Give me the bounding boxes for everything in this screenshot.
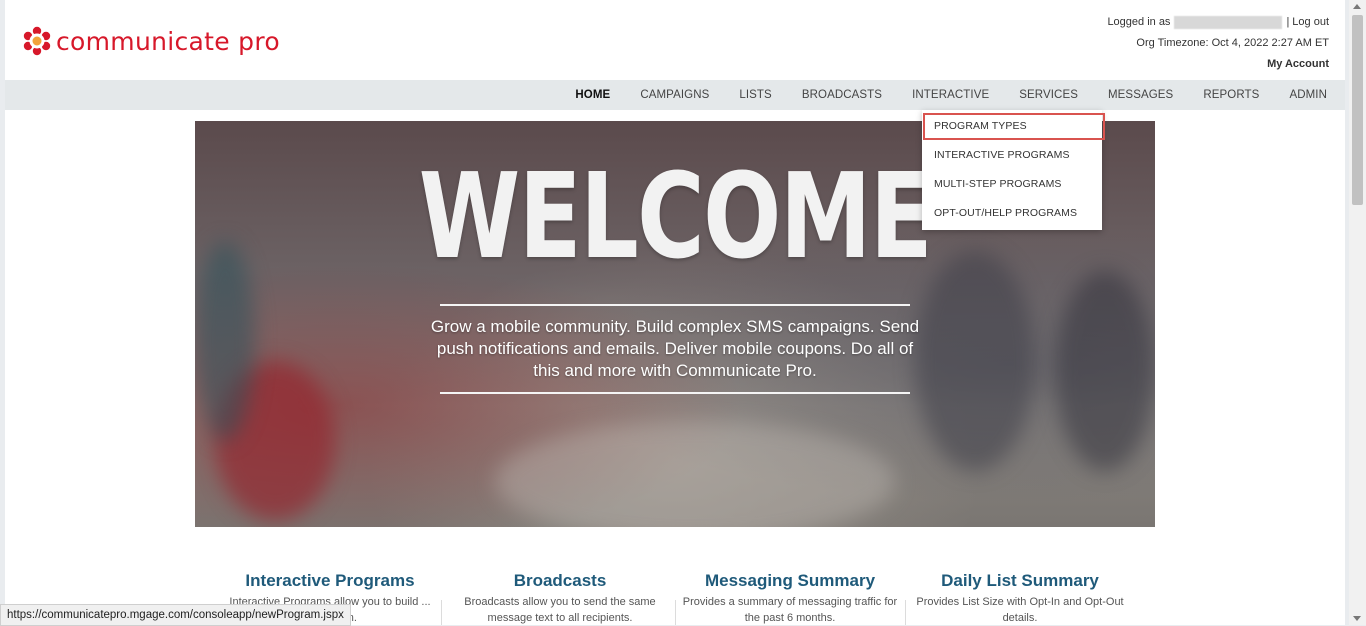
interactive-dropdown-menu: PROGRAM TYPES INTERACTIVE PROGRAMS MULTI… bbox=[922, 110, 1105, 230]
nav-lists[interactable]: LISTS bbox=[724, 80, 786, 110]
nav-admin[interactable]: ADMIN bbox=[1274, 80, 1342, 110]
logo[interactable]: communicate pro bbox=[22, 24, 280, 58]
section-desc: Provides List Size with Opt-In and Opt-O… bbox=[916, 596, 1124, 624]
logout-link[interactable]: Log out bbox=[1292, 12, 1329, 33]
logged-in-label: Logged in as bbox=[1107, 16, 1171, 28]
logo-flower-icon bbox=[22, 26, 52, 56]
section-messaging-summary[interactable]: Messaging Summary Provides a summary of … bbox=[675, 568, 905, 625]
account-panel: Logged in as | Log out Org Timezone: Oct… bbox=[1107, 12, 1329, 75]
section-divider bbox=[441, 600, 442, 625]
scrollbar-thumb[interactable] bbox=[1352, 15, 1363, 205]
hero-bg-shape bbox=[915, 251, 1035, 471]
nav-campaigns[interactable]: CAMPAIGNS bbox=[625, 80, 724, 110]
hero-bg-shape bbox=[495, 421, 895, 527]
section-desc: Provides a summary of messaging traffic … bbox=[682, 596, 898, 624]
menu-item-interactive-programs[interactable]: INTERACTIVE PROGRAMS bbox=[922, 141, 1102, 170]
browser-status-url: https://communicatepro.mgage.com/console… bbox=[0, 604, 351, 626]
vertical-scrollbar[interactable] bbox=[1349, 0, 1366, 625]
section-title[interactable]: Broadcasts bbox=[445, 568, 675, 594]
menu-item-program-types[interactable]: PROGRAM TYPES bbox=[922, 112, 1106, 141]
main-nav: HOME CAMPAIGNS LISTS BROADCASTS INTERACT… bbox=[5, 80, 1345, 110]
nav-reports[interactable]: REPORTS bbox=[1188, 80, 1274, 110]
hero-bg-shape bbox=[1055, 271, 1155, 471]
hero-rule-bottom bbox=[440, 392, 910, 394]
section-broadcasts[interactable]: Broadcasts Broadcasts allow you to send … bbox=[445, 568, 675, 625]
nav-interactive[interactable]: INTERACTIVE bbox=[897, 80, 1004, 110]
scroll-down-arrow-icon[interactable] bbox=[1353, 616, 1361, 621]
hero-rule-top bbox=[440, 304, 910, 306]
nav-home[interactable]: HOME bbox=[560, 80, 625, 110]
separator: | bbox=[1286, 16, 1290, 28]
section-daily-list-summary[interactable]: Daily List Summary Provides List Size wi… bbox=[905, 568, 1135, 625]
nav-services[interactable]: SERVICES bbox=[1004, 80, 1093, 110]
scroll-up-arrow-icon[interactable] bbox=[1353, 4, 1361, 9]
org-timezone: Org Timezone: Oct 4, 2022 2:27 AM ET bbox=[1136, 37, 1329, 49]
section-title[interactable]: Daily List Summary bbox=[905, 568, 1135, 594]
hero-bg-shape bbox=[195, 241, 255, 441]
nav-messages[interactable]: MESSAGES bbox=[1093, 80, 1188, 110]
brand-name: communicate pro bbox=[56, 26, 280, 56]
section-title[interactable]: Interactive Programs bbox=[215, 568, 445, 594]
nav-broadcasts[interactable]: BROADCASTS bbox=[787, 80, 897, 110]
section-title[interactable]: Messaging Summary bbox=[675, 568, 905, 594]
username-redacted bbox=[1174, 16, 1283, 29]
section-desc: Broadcasts allow you to send the same me… bbox=[464, 596, 656, 624]
page: communicate pro Logged in as | Log out O… bbox=[5, 0, 1345, 625]
hero-tagline: Grow a mobile community. Build complex S… bbox=[430, 317, 920, 380]
menu-item-multi-step-programs[interactable]: MULTI-STEP PROGRAMS bbox=[922, 170, 1102, 199]
my-account-link[interactable]: My Account bbox=[1267, 54, 1329, 75]
menu-item-opt-out-help-programs[interactable]: OPT-OUT/HELP PROGRAMS bbox=[922, 199, 1102, 228]
